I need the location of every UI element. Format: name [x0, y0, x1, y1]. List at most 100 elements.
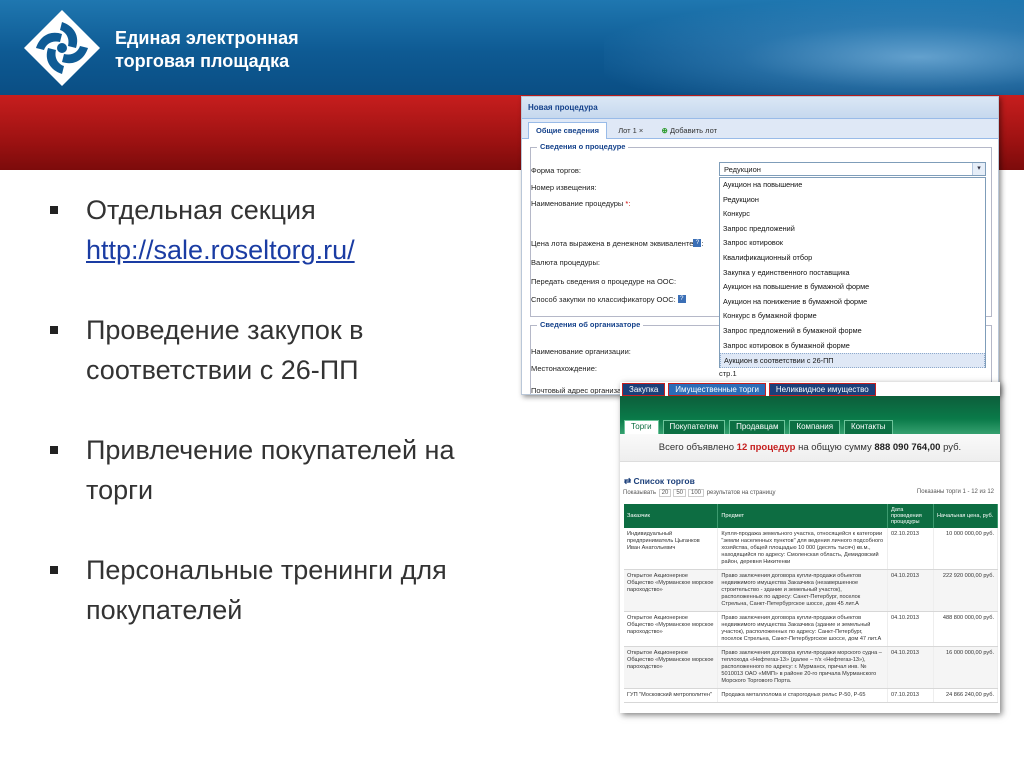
add-lot-button[interactable]: ⊕ Добавить лот — [655, 123, 725, 140]
cell-date: 02.10.2013 — [887, 528, 934, 570]
window-title: Новая процедура — [522, 97, 998, 119]
page-size-option[interactable]: 50 — [673, 489, 686, 497]
table-row[interactable]: Открытое Акционерное Общество «Мурманско… — [624, 646, 998, 689]
tab-lot-1[interactable]: Лот 1 × — [611, 123, 650, 140]
paging-bar: Показывать 20 50 100 результатов на страни… — [620, 489, 1000, 501]
dropdown-option[interactable]: Редукцион — [720, 193, 985, 208]
list-title: Список торгов — [633, 476, 695, 486]
cell-subject[interactable]: Купля-продажа земельного участка, относя… — [717, 528, 889, 570]
sub-nav: Торги Покупателям Продавцам Компания Кон… — [624, 420, 895, 434]
bullet-text: Отдельная секция — [86, 195, 316, 225]
brand-line-2: торговая площадка — [115, 51, 290, 71]
bullet-marker — [50, 446, 58, 454]
paging-suffix: результатов на страницу — [706, 490, 776, 496]
procedure-name-label: Наименование процедуры *: — [531, 199, 630, 208]
dropdown-option[interactable]: Аукцион на повышение в бумажной форме — [720, 280, 985, 295]
tab-illiquid-property[interactable]: Неликвидное имущество — [768, 383, 876, 396]
cell-price: 16 000 000,00 руб. — [933, 646, 998, 689]
dropdown-option[interactable]: Аукцион на понижение в бумажной форме — [720, 295, 985, 310]
help-icon[interactable]: ? — [677, 295, 686, 303]
cell-customer: Индивидуальный предприниматель Цыганков … — [624, 528, 719, 570]
dropdown-option[interactable]: Запрос предложений — [720, 222, 985, 237]
tab-purchase[interactable]: Закупка — [622, 383, 666, 396]
table-row[interactable]: Открытое Акционерное Общество «Мурманско… — [624, 611, 998, 647]
tab-label: Лот 1 — [618, 126, 637, 135]
table-row[interactable]: Индивидуальный предприниматель Цыганков … — [624, 528, 998, 570]
sale-link[interactable]: http://sale.roseltorg.ru/ — [86, 235, 355, 265]
bullet-item-1: Отдельная секция http://sale.roseltorg.r… — [48, 190, 518, 270]
dropdown-option[interactable]: Закупка у единственного поставщика — [720, 266, 985, 281]
chevron-down-icon[interactable]: ▾ — [972, 163, 985, 175]
cell-date: 07.10.2013 — [887, 688, 934, 703]
cell-customer: Открытое Акционерное Общество «Мурманско… — [624, 611, 719, 647]
cell-price: 488 800 000,00 руб. — [933, 611, 998, 647]
fieldset-legend: Сведения об организаторе — [537, 320, 644, 329]
announce-sum: 888 090 764,00 — [874, 442, 941, 453]
form-type-select[interactable]: Редукцион ▾ — [719, 162, 986, 176]
column-header[interactable]: Предмет — [717, 504, 889, 528]
page-size-option[interactable]: 100 — [688, 489, 705, 497]
postal-label: Почтовый адрес организа — [531, 386, 622, 395]
dropdown-option[interactable]: Запрос предложений в бумажной форме — [720, 324, 985, 339]
list-heading: ⇄ Список торгов — [624, 476, 1000, 487]
dropdown-option[interactable]: Конкурс в бумажной форме — [720, 309, 985, 324]
dropdown-option[interactable]: Квалификационный отбор — [720, 251, 985, 266]
top-nav: Закупка Имущественные торги Неликвидное … — [620, 382, 1000, 396]
close-icon[interactable]: × — [639, 126, 643, 135]
cell-price: 222 920 000,00 руб. — [933, 569, 998, 612]
tab-property-trades[interactable]: Имущественные торги — [668, 383, 766, 396]
tab-general[interactable]: Общие сведения — [528, 122, 607, 139]
cell-subject[interactable]: Право заключения договора купли-продажи … — [717, 646, 889, 689]
bullet-item-2: Проведение закупок в соответствии с 26-П… — [48, 310, 518, 390]
currency-label: Валюта процедуры: — [531, 258, 600, 267]
location-value: стр.1 — [719, 369, 737, 378]
announce-count: 12 процедур — [736, 442, 796, 453]
bullet-item-3: Привлечение покупателей на торги — [48, 430, 518, 510]
column-header[interactable]: Заказчик — [624, 504, 719, 528]
tab-contacts[interactable]: Контакты — [844, 420, 893, 434]
announce-currency: руб. — [943, 442, 962, 453]
roseltorg-logo-icon[interactable] — [22, 8, 102, 88]
dropdown-option[interactable]: Аукцион на повышение — [720, 178, 985, 193]
cell-subject[interactable]: Продажа металлолома и старогодных рельс … — [717, 688, 889, 703]
bullet-list: Отдельная секция http://sale.roseltorg.r… — [48, 190, 518, 630]
announce-mid: на общую сумму — [798, 442, 872, 453]
page-size-option[interactable]: 20 — [658, 489, 672, 497]
dropdown-option[interactable]: Конкурс — [720, 207, 985, 222]
price-equiv-label: Цена лота выражена в денежном эквивалент… — [531, 239, 704, 248]
trades-table: Заказчик Предмет Дата проведения процеду… — [624, 504, 998, 703]
site-header: Единая электронная торговая площадка — [0, 0, 1024, 95]
cell-subject[interactable]: Право заключения договора купли-продажи … — [717, 611, 889, 647]
tab-buyers[interactable]: Покупателям — [662, 420, 726, 434]
tab-trades[interactable]: Торги — [624, 420, 659, 434]
location-label: Местонахождение: — [531, 364, 597, 373]
trading-site-screenshot: Закупка Имущественные торги Неликвидное … — [620, 382, 1000, 713]
tab-sellers[interactable]: Продавцам — [729, 420, 786, 434]
form-tabs: Общие сведения Лот 1 × ⊕ Добавить лот — [522, 119, 998, 139]
cell-date: 04.10.2013 — [887, 646, 934, 689]
table-row[interactable]: Открытое Акционерное Общество «Мурманско… — [624, 569, 998, 612]
cell-date: 04.10.2013 — [887, 611, 934, 647]
column-header[interactable]: Начальная цена, руб. — [933, 504, 998, 528]
required-marker: *: — [625, 199, 631, 208]
tab-company[interactable]: Компания — [789, 420, 841, 434]
dropdown-option[interactable]: Запрос котировок — [720, 236, 985, 251]
label-text: Наименование процедуры — [531, 199, 624, 208]
table-header-row: Заказчик Предмет Дата проведения процеду… — [624, 504, 998, 528]
help-icon[interactable]: ? — [693, 239, 702, 247]
brand-name: Единая электронная торговая площадка — [115, 27, 299, 73]
column-header[interactable]: Дата проведения процедуры — [887, 504, 934, 528]
announce-prefix: Всего объявлено — [658, 442, 735, 453]
dropdown-option[interactable]: Запрос котировок в бумажной форме — [720, 339, 985, 354]
cell-subject[interactable]: Право заключения договора купли-продажи … — [717, 569, 889, 612]
bullet-text: соответствии с 26-ПП — [86, 355, 359, 385]
bullet-marker — [50, 566, 58, 574]
org-name-label: Наименование организации: — [531, 347, 631, 356]
form-type-label: Форма торгов: — [531, 166, 581, 175]
fieldset-legend: Сведения о процедуре — [537, 142, 629, 151]
table-row[interactable]: ГУП "Московский метрополитен" Продажа ме… — [624, 688, 998, 703]
map-glow-decoration — [604, 0, 1024, 95]
form-type-dropdown: Аукцион на повышение Редукцион Конкурс З… — [719, 177, 986, 368]
send-oos-label: Передать сведения о процедуре на ООС: — [531, 277, 677, 286]
dropdown-option-selected[interactable]: Аукцион в соответствии с 26-ПП — [720, 353, 985, 368]
